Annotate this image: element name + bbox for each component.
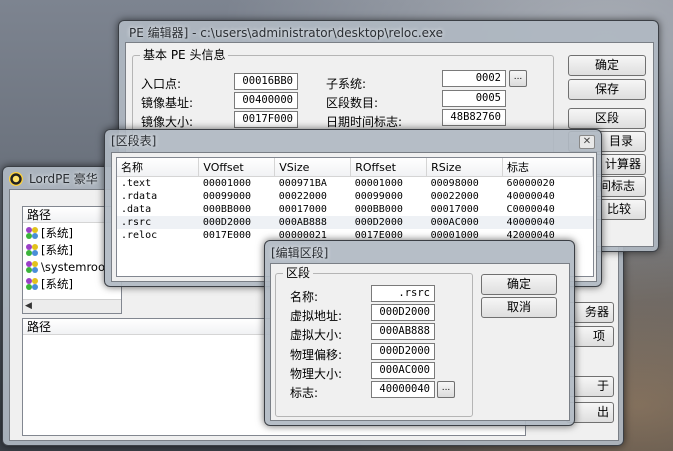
table-row-selected[interactable]: .rsrc 000D2000 000AB888 000D2000 000AC00… bbox=[117, 216, 593, 229]
col-vsize[interactable]: VSize bbox=[274, 158, 352, 177]
edit-cancel-button[interactable]: 取消 bbox=[481, 297, 557, 318]
process-item[interactable]: [系统] bbox=[25, 276, 73, 292]
edit-section-window: [编辑区段] 区段 名称: .rsrc 虚拟地址: 000D2000 虚拟大小:… bbox=[264, 240, 575, 426]
table-cell: .reloc bbox=[121, 230, 158, 241]
table-cell: 000D2000 bbox=[198, 216, 275, 229]
edit-section-client: 区段 名称: .rsrc 虚拟地址: 000D2000 虚拟大小: 000AB8… bbox=[270, 263, 570, 421]
col-name[interactable]: 名称 bbox=[117, 158, 200, 177]
close-icon[interactable]: ✕ bbox=[579, 135, 595, 149]
entry-point-label: 入口点: bbox=[141, 77, 182, 91]
virtual-size-label: 虚拟大小: bbox=[290, 328, 343, 342]
pe-editor-title: PE 编辑器] - c:\users\administrator\desktop… bbox=[129, 26, 443, 40]
entry-point-field[interactable]: 00016BB0 bbox=[234, 73, 298, 90]
table-cell: 00017000 bbox=[430, 204, 479, 215]
virtual-size-field[interactable]: 000AB888 bbox=[371, 323, 435, 340]
table-cell: 000BB000 bbox=[354, 204, 403, 215]
table-cell: 000BB000 bbox=[202, 204, 252, 215]
table-cell: 00022000 bbox=[430, 191, 479, 202]
table-cell: 000D2000 bbox=[350, 216, 427, 229]
virtual-address-label: 虚拟地址: bbox=[290, 309, 343, 323]
raw-offset-field[interactable]: 000D2000 bbox=[371, 343, 435, 360]
table-cell: .data bbox=[121, 204, 152, 215]
table-cell: 00099000 bbox=[202, 191, 252, 202]
subsystem-ellipsis-button[interactable]: ... bbox=[509, 70, 527, 87]
scroll-left-icon[interactable]: ◀ bbox=[25, 301, 32, 311]
table-cell: .rdata bbox=[121, 191, 158, 202]
section-group-title: 区段 bbox=[283, 266, 314, 280]
process-icon bbox=[26, 261, 38, 273]
table-cell: 00022000 bbox=[278, 191, 327, 202]
edit-ok-button[interactable]: 确定 bbox=[481, 274, 557, 295]
pe-save-button[interactable]: 保存 bbox=[568, 79, 646, 100]
table-cell: 40000040 bbox=[506, 191, 555, 202]
image-size-label: 镜像大小: bbox=[141, 115, 194, 129]
table-cell: C0000040 bbox=[506, 204, 555, 215]
table-cell: 00098000 bbox=[430, 178, 479, 189]
raw-size-field[interactable]: 000AC000 bbox=[371, 362, 435, 379]
pe-ok-button[interactable]: 确定 bbox=[568, 55, 646, 76]
table-cell: .rsrc bbox=[117, 216, 199, 229]
section-table-title: [区段表] bbox=[111, 134, 157, 148]
timestamp-label: 日期时间标志: bbox=[326, 115, 403, 129]
table-row[interactable]: .text 00001000 000971BA 00001000 0009800… bbox=[117, 177, 593, 191]
process-item[interactable]: [系统] bbox=[25, 225, 73, 241]
section-count-label: 区段数目: bbox=[326, 96, 379, 110]
table-cell: 00001000 bbox=[354, 178, 403, 189]
image-base-field[interactable]: 00400000 bbox=[234, 92, 298, 109]
process-icon bbox=[26, 227, 38, 239]
table-cell: .text bbox=[121, 178, 152, 189]
raw-offset-label: 物理偏移: bbox=[290, 348, 343, 362]
timestamp-field[interactable]: 48B82760 bbox=[442, 109, 506, 126]
table-cell: 000AB888 bbox=[274, 216, 351, 229]
table-cell: 60000020 bbox=[506, 178, 555, 189]
section-table: 名称 VOffset VSize ROffset RSize 标志 .text … bbox=[117, 158, 593, 242]
flags-label: 标志: bbox=[290, 386, 319, 400]
image-base-label: 镜像基址: bbox=[141, 96, 194, 110]
horizontal-scrollbar[interactable]: ◀ bbox=[23, 299, 121, 313]
section-name-field[interactable]: .rsrc bbox=[371, 285, 435, 302]
table-row[interactable]: .data 000BB000 00017000 000BB000 0001700… bbox=[117, 203, 593, 216]
lordpe-logo-icon bbox=[9, 172, 23, 186]
table-cell: 00001000 bbox=[202, 178, 252, 189]
section-count-field[interactable]: 0005 bbox=[442, 90, 506, 107]
process-item[interactable]: [系统] bbox=[25, 242, 73, 258]
virtual-address-field[interactable]: 000D2000 bbox=[371, 304, 435, 321]
edit-section-title: [编辑区段] bbox=[271, 246, 329, 260]
table-cell: 00017000 bbox=[278, 204, 327, 215]
flags-ellipsis-button[interactable]: ... bbox=[437, 381, 455, 398]
section-name-label: 名称: bbox=[290, 290, 319, 304]
table-cell: 40000040 bbox=[502, 216, 593, 229]
table-cell: 0017E000 bbox=[202, 230, 252, 241]
process-icon bbox=[26, 278, 38, 290]
flags-field[interactable]: 40000040 bbox=[371, 381, 435, 398]
table-cell: 000AC000 bbox=[426, 216, 503, 229]
table-cell: 000971BA bbox=[278, 178, 327, 189]
pe-header-group-title: 基本 PE 头信息 bbox=[140, 48, 229, 62]
raw-size-label: 物理大小: bbox=[290, 367, 343, 381]
col-voffset[interactable]: VOffset bbox=[198, 158, 276, 177]
table-cell: 00099000 bbox=[354, 191, 403, 202]
subsystem-label: 子系统: bbox=[326, 77, 367, 91]
col-flags[interactable]: 标志 bbox=[502, 158, 593, 177]
col-roffset[interactable]: ROffset bbox=[350, 158, 428, 177]
process-icon bbox=[26, 244, 38, 256]
process-item[interactable]: \systemroo bbox=[25, 259, 105, 275]
table-row[interactable]: .rdata 00099000 00022000 00099000 000220… bbox=[117, 190, 593, 203]
pe-sections-button[interactable]: 区段 bbox=[568, 108, 646, 129]
subsystem-field[interactable]: 0002 bbox=[442, 70, 506, 87]
image-size-field[interactable]: 0017F000 bbox=[234, 111, 298, 128]
col-rsize[interactable]: RSize bbox=[426, 158, 504, 177]
lordpe-title: LordPE 豪华 bbox=[9, 170, 98, 188]
